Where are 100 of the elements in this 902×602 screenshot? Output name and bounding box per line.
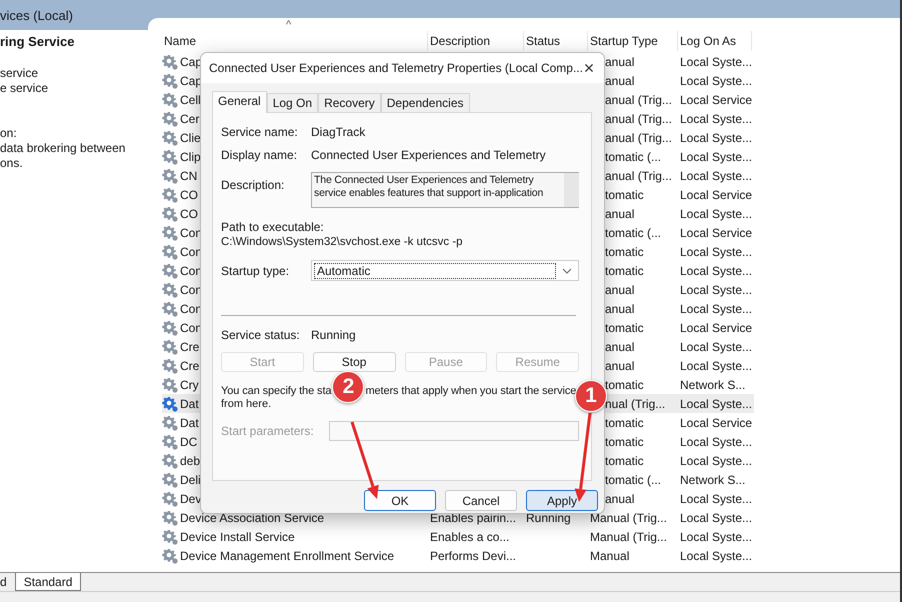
table-cell: Cre — [180, 358, 200, 372]
table-cell: Device Install Service — [180, 530, 295, 544]
table-cell: Enables pairin... — [430, 510, 516, 524]
gear-icon[interactable] — [162, 338, 178, 354]
gear-icon[interactable] — [162, 72, 178, 88]
table-cell: Local Syste... — [680, 54, 752, 68]
dialog-button[interactable]: OK — [364, 490, 436, 511]
gear-icon[interactable] — [162, 92, 178, 108]
startup-type-dropdown[interactable]: Automatic — [311, 260, 579, 281]
table-cell: anual (Trig... — [605, 112, 672, 126]
table-cell: Local Syste... — [680, 492, 752, 506]
gear-icon[interactable] — [162, 148, 178, 164]
column-header[interactable]: Startup Type — [588, 31, 678, 51]
dialog-tab[interactable]: Recovery — [318, 93, 381, 112]
description-text: ons. — [0, 156, 24, 171]
table-cell: anual — [605, 302, 634, 316]
table-cell: anual — [605, 492, 634, 506]
table-cell: tomatic — [605, 264, 644, 278]
service-control-button[interactable]: Stop — [312, 352, 396, 372]
gear-icon[interactable] — [162, 528, 178, 544]
gear-icon[interactable] — [162, 110, 178, 126]
table-cell: Deli — [180, 472, 201, 486]
gear-icon[interactable] — [162, 472, 178, 488]
table-cell: tomatic — [605, 244, 644, 258]
path-text: C:\Windows\System32\svchost.exe -k utcsvc -p — [221, 236, 464, 248]
table-cell: Dev — [180, 492, 202, 506]
dialog-button[interactable]: Cancel — [445, 490, 517, 511]
gear-icon[interactable] — [162, 490, 178, 506]
table-cell: tomatic — [605, 454, 644, 468]
table-cell: tomatic (... — [605, 226, 662, 240]
service-action-link[interactable]: e service — [0, 81, 148, 96]
view-tab[interactable]: d — [0, 573, 15, 591]
table-cell: tomatic — [605, 434, 644, 448]
gear-icon[interactable] — [162, 358, 178, 374]
gear-icon[interactable] — [162, 396, 178, 412]
gear-icon[interactable] — [162, 244, 178, 260]
gear-icon[interactable] — [162, 320, 178, 336]
table-cell: CN — [180, 168, 198, 182]
table-cell: Local Syste... — [680, 548, 752, 562]
gear-icon[interactable] — [162, 434, 178, 450]
table-cell: Manual — [590, 548, 630, 562]
table-cell: Clip — [180, 150, 201, 164]
table-cell: Local Syste... — [680, 302, 752, 316]
column-header[interactable]: Log On As — [678, 31, 752, 51]
table-cell: anual — [605, 206, 634, 220]
table-cell: anual — [605, 282, 634, 296]
table-cell: Local Syste... — [680, 434, 752, 448]
table-cell: Local Syste... — [680, 112, 752, 126]
gear-icon[interactable] — [162, 186, 178, 202]
table-cell: Manual (Trig... — [590, 530, 667, 544]
description-box[interactable]: The Connected User Experiences and Telemetry service enables features that support in-application — [311, 172, 579, 208]
table-cell: Local Service — [680, 188, 752, 202]
gear-icon[interactable] — [162, 54, 178, 70]
step-badge: 2 — [332, 370, 364, 402]
table-cell: CO — [180, 206, 198, 220]
field-label: Display name: — [221, 148, 298, 162]
column-header[interactable]: Name — [162, 31, 428, 51]
gear-icon[interactable] — [162, 376, 178, 392]
table-cell: Local Syste... — [680, 130, 752, 144]
hint-text: from here. — [221, 398, 272, 411]
dialog-tab[interactable]: Dependencies — [380, 93, 470, 112]
gear-icon[interactable] — [162, 130, 178, 146]
table-cell: tomatic — [605, 188, 644, 202]
table-cell: Local Service — [680, 416, 752, 430]
table-cell: Local Syste... — [680, 168, 752, 182]
gear-icon[interactable] — [162, 282, 178, 298]
description-heading: on: — [0, 126, 18, 141]
dialog-button[interactable]: Apply — [526, 490, 598, 511]
hint-text: meters that apply when you start the service — [365, 384, 576, 396]
gear-icon[interactable] — [162, 262, 178, 278]
table-cell: nual (Trig... — [605, 396, 666, 410]
gear-icon[interactable] — [162, 300, 178, 316]
table-cell: Local Syste... — [680, 396, 752, 410]
view-tab[interactable]: Standard — [14, 573, 82, 591]
gear-icon[interactable] — [162, 224, 178, 240]
field-label: Description: — [221, 178, 286, 192]
gear-icon[interactable] — [162, 452, 178, 468]
table-cell: Running — [526, 510, 571, 524]
field-label: Startup type: — [221, 264, 290, 278]
column-header[interactable]: Description — [428, 31, 524, 51]
dialog-tab[interactable]: Log On — [266, 93, 318, 112]
table-cell: Manual (Trig... — [590, 510, 667, 524]
gear-icon[interactable] — [162, 206, 178, 222]
gear-icon[interactable] — [162, 414, 178, 430]
description-text: data brokering between — [0, 141, 126, 156]
gear-icon[interactable] — [162, 548, 178, 564]
field-label: Start parameters: — [221, 424, 315, 438]
service-action-link[interactable]: service — [0, 66, 148, 81]
table-cell: Cer — [180, 112, 200, 126]
table-cell: anual — [605, 74, 634, 88]
table-cell: anual — [605, 358, 634, 372]
column-header[interactable]: Status — [524, 31, 588, 51]
sort-indicator: ^ — [286, 19, 292, 31]
table-cell: Network S... — [680, 378, 746, 392]
table-cell: tomatic (... — [605, 472, 662, 486]
table-cell: tomatic — [605, 416, 644, 430]
dialog-tab[interactable]: General — [212, 91, 267, 113]
gear-icon[interactable] — [162, 168, 178, 184]
table-cell: Local Service — [680, 226, 752, 240]
gear-icon[interactable] — [162, 510, 178, 526]
